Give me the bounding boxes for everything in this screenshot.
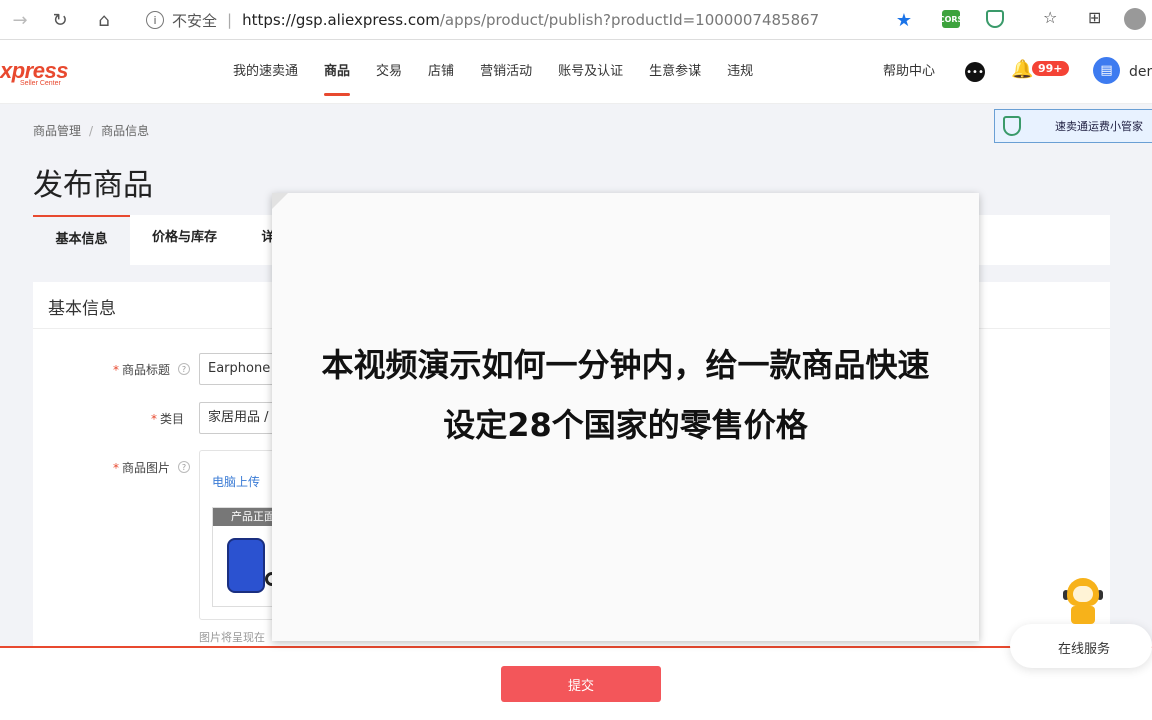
notification-badge: 99+ bbox=[1032, 61, 1069, 76]
user-name[interactable]: den bbox=[1129, 40, 1152, 104]
bottom-action-bar: 提交 bbox=[0, 646, 1152, 720]
nav-violations[interactable]: 违规 bbox=[714, 40, 766, 104]
submit-button[interactable]: 提交 bbox=[501, 666, 661, 702]
site-header: xpress Seller Center 我的速卖通 商品 交易 店铺 营销活动… bbox=[0, 40, 1152, 104]
url-path: /apps/product/publish?productId=10000074… bbox=[439, 11, 820, 29]
robot-mascot-icon[interactable] bbox=[1063, 578, 1103, 626]
security-label: 不安全 bbox=[172, 11, 218, 30]
robot-body bbox=[1071, 606, 1095, 624]
online-service-label: 在线服务 bbox=[1058, 642, 1111, 657]
category-label: * 类目 bbox=[151, 412, 185, 426]
info-icon[interactable]: i bbox=[146, 11, 164, 29]
url-host: https://gsp.aliexpress.com bbox=[242, 11, 440, 29]
help-circle-icon[interactable]: ? bbox=[178, 363, 190, 375]
nav-account[interactable]: 账号及认证 bbox=[545, 40, 636, 104]
breadcrumb-product-info: 商品信息 bbox=[101, 124, 150, 138]
shield-extension-icon[interactable] bbox=[986, 10, 1004, 28]
product-title-label: * 商品标题 bbox=[113, 363, 171, 377]
help-center-link[interactable]: 帮助中心 bbox=[883, 40, 935, 104]
chat-icon[interactable]: ••• bbox=[965, 62, 985, 82]
store-icon[interactable]: ▤ bbox=[1093, 57, 1120, 84]
overlay-line-1: 本视频演示如何一分钟内，给一款商品快速 bbox=[321, 346, 930, 384]
bookmark-star-icon[interactable]: ★ bbox=[896, 10, 912, 31]
tab-price-inventory[interactable]: 价格与库存 bbox=[133, 215, 236, 265]
browser-toolbar: → ↻ ⌂ i 不安全 | https://gsp.aliexpress.com… bbox=[0, 0, 1152, 40]
nav-orders[interactable]: 交易 bbox=[363, 40, 415, 104]
earphone-case-image bbox=[227, 538, 265, 593]
profile-avatar[interactable] bbox=[1124, 8, 1146, 30]
breadcrumb: 商品管理 / 商品信息 bbox=[33, 122, 149, 139]
shield-icon bbox=[1003, 116, 1021, 136]
help-circle-icon[interactable]: ? bbox=[178, 461, 190, 473]
address-separator: | bbox=[227, 11, 233, 29]
address-bar[interactable]: i 不安全 | https://gsp.aliexpress.com/apps/… bbox=[134, 5, 924, 35]
collections-icon[interactable]: ⊞ bbox=[1088, 8, 1101, 27]
online-service-button[interactable]: 在线服务 bbox=[1010, 624, 1152, 668]
main-nav: 我的速卖通 商品 交易 店铺 营销活动 账号及认证 生意参谋 违规 bbox=[220, 40, 766, 104]
shipping-helper-label: 速卖通运费小管家 bbox=[1055, 120, 1143, 133]
product-images-label: * 商品图片 bbox=[113, 461, 171, 475]
overlay-page-curl bbox=[272, 193, 288, 209]
breadcrumb-product-management[interactable]: 商品管理 bbox=[33, 124, 81, 138]
home-icon[interactable]: ⌂ bbox=[84, 0, 124, 40]
shipping-helper-widget[interactable]: 速卖通运费小管家 bbox=[994, 109, 1152, 143]
nav-business-advisor[interactable]: 生意参谋 bbox=[636, 40, 714, 104]
upload-from-computer-link[interactable]: 电脑上传 bbox=[212, 473, 260, 490]
cors-extension-icon[interactable]: CORS bbox=[939, 10, 963, 28]
logo-subtext: Seller Center bbox=[20, 80, 61, 87]
reload-icon[interactable]: ↻ bbox=[40, 0, 80, 40]
robot-face bbox=[1073, 586, 1093, 602]
aliexpress-logo[interactable]: xpress Seller Center bbox=[0, 58, 68, 87]
image-hint-text: 图片将呈现在 bbox=[199, 631, 265, 644]
video-caption-overlay: 本视频演示如何一分钟内，给一款商品快速 设定28个国家的零售价格 bbox=[272, 193, 979, 641]
favorites-icon[interactable]: ☆ bbox=[1043, 8, 1057, 27]
nav-store[interactable]: 店铺 bbox=[415, 40, 467, 104]
breadcrumb-separator: / bbox=[89, 124, 94, 138]
tab-basic-info[interactable]: 基本信息 bbox=[33, 215, 130, 265]
panel-title: 基本信息 bbox=[48, 299, 116, 319]
nav-my-aliexpress[interactable]: 我的速卖通 bbox=[220, 40, 311, 104]
bell-icon[interactable]: 🔔 bbox=[1011, 59, 1033, 80]
overlay-line-2: 设定28个国家的零售价格 bbox=[443, 406, 808, 444]
nav-marketing[interactable]: 营销活动 bbox=[467, 40, 545, 104]
nav-products[interactable]: 商品 bbox=[311, 40, 363, 104]
back-arrow-icon[interactable]: → bbox=[0, 0, 40, 40]
page-title: 发布商品 bbox=[33, 168, 153, 203]
